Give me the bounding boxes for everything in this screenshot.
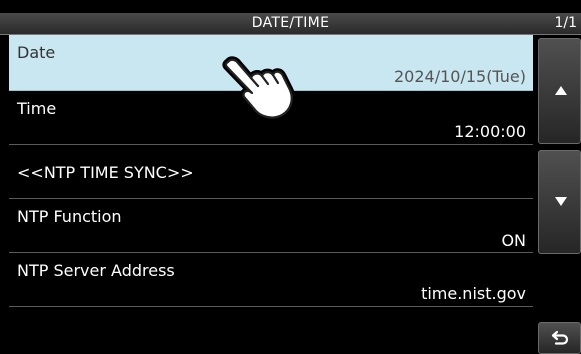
ntp-server-address-label: NTP Server Address bbox=[17, 261, 175, 280]
triangle-down-icon bbox=[555, 197, 567, 206]
scroll-down-button[interactable] bbox=[538, 150, 581, 254]
ntp-server-address-item[interactable]: NTP Server Address time.nist.gov bbox=[9, 253, 533, 307]
ntp-function-item[interactable]: NTP Function ON bbox=[9, 199, 533, 253]
time-label: Time bbox=[17, 99, 57, 118]
ntp-time-sync-item[interactable]: <<NTP TIME SYNC>> bbox=[9, 145, 533, 199]
ntp-time-sync-label: <<NTP TIME SYNC>> bbox=[17, 163, 194, 182]
ntp-function-value: ON bbox=[501, 231, 526, 250]
time-value: 12:00:00 bbox=[454, 122, 526, 141]
date-label: Date bbox=[17, 43, 56, 62]
return-arrow-icon bbox=[551, 330, 569, 345]
scroll-up-button[interactable] bbox=[538, 38, 581, 144]
ntp-server-address-value: time.nist.gov bbox=[421, 284, 526, 303]
ntp-function-label: NTP Function bbox=[17, 207, 122, 226]
date-value: 2024/10/15(Tue) bbox=[393, 67, 526, 86]
title-bar: DATE/TIME 1/1 bbox=[0, 13, 581, 35]
touch-hand-icon bbox=[222, 56, 296, 121]
screen-title: DATE/TIME bbox=[251, 15, 330, 31]
date-time-screen: DATE/TIME 1/1 Date 2024/10/15(Tue) Time … bbox=[0, 0, 581, 354]
back-button[interactable] bbox=[538, 322, 581, 354]
page-indicator: 1/1 bbox=[554, 15, 577, 31]
triangle-up-icon bbox=[555, 86, 567, 95]
